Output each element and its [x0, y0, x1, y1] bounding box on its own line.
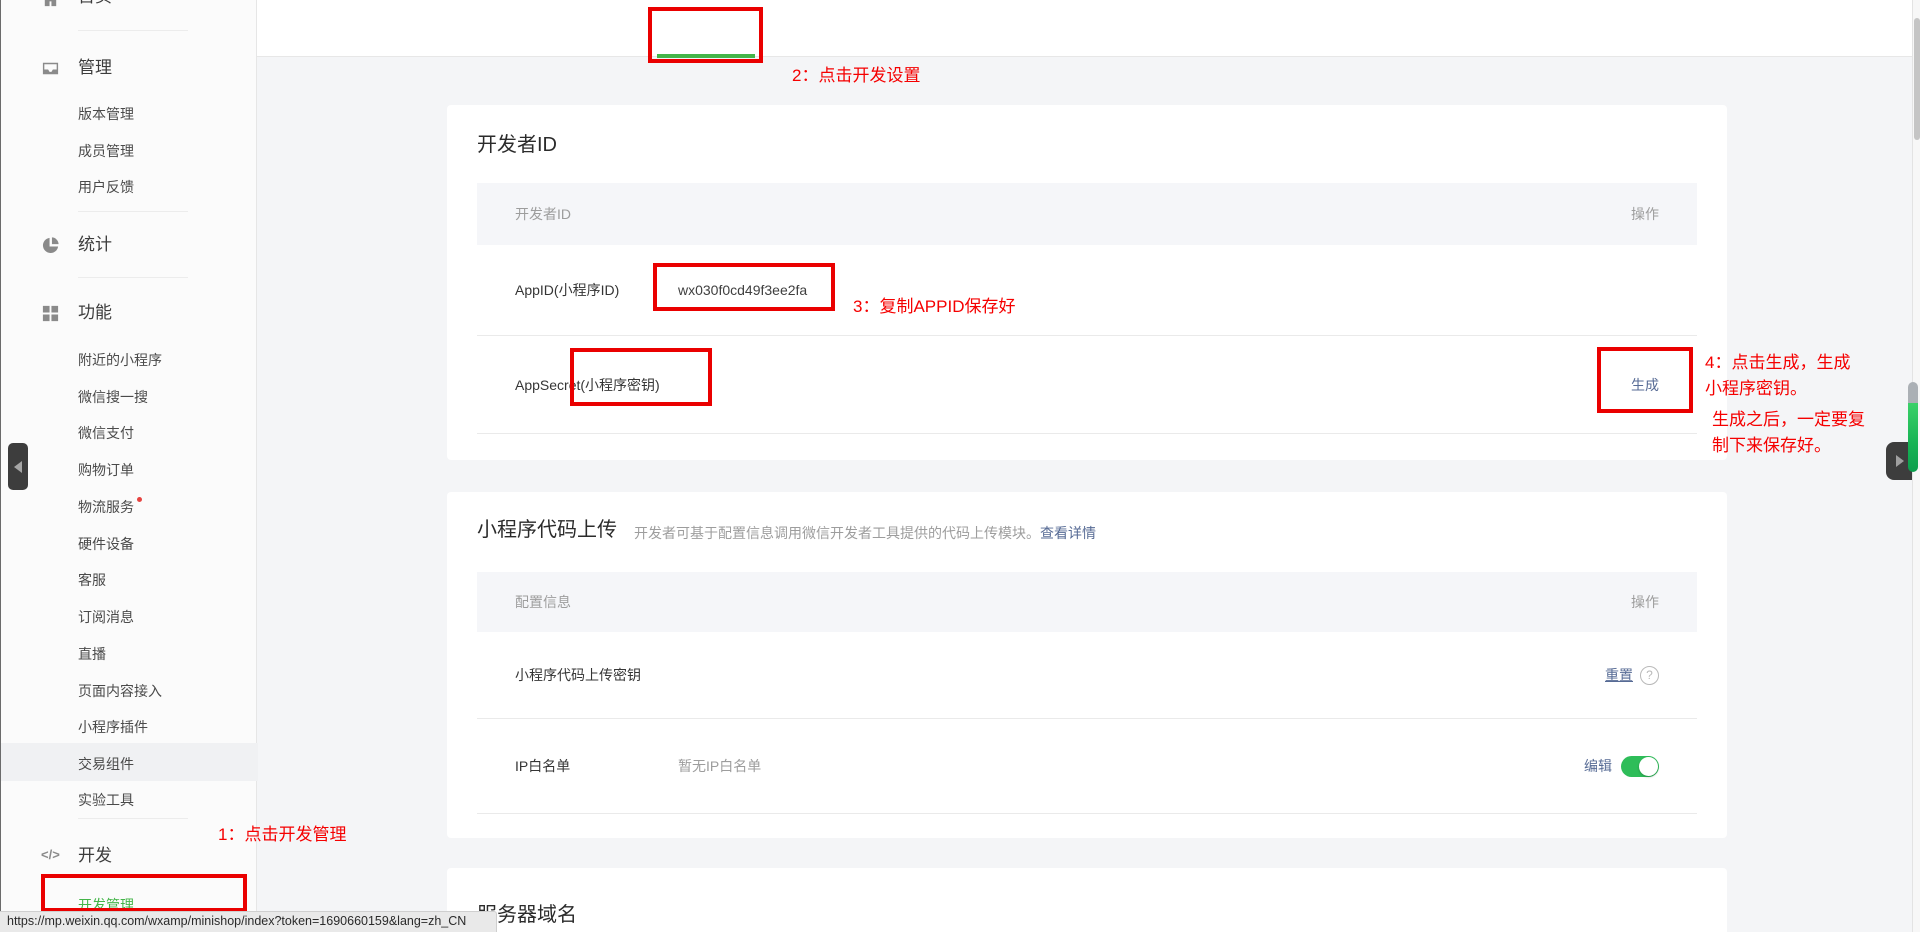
sidebar-item-user-feedback[interactable]: 用户反馈	[78, 179, 134, 196]
sidebar-item-live[interactable]: 直播	[78, 646, 106, 663]
card-title-developer-id: 开发者ID	[477, 133, 557, 157]
table-header: 开发者ID 操作	[477, 183, 1697, 245]
upload-key-label: 小程序代码上传密钥	[515, 665, 745, 685]
sidebar-item-hardware-devices[interactable]: 硬件设备	[78, 536, 134, 553]
sidebar-item-wechat-pay[interactable]: 微信支付	[78, 425, 134, 442]
sidebar-item-experiment-tools[interactable]: 实验工具	[78, 792, 134, 809]
code-upload-table: 配置信息 操作 小程序代码上传密钥 重置 ? IP白名单 暂无IP白名单 编辑	[477, 572, 1697, 814]
sidebar-item-page-content-access[interactable]: 页面内容接入	[78, 683, 162, 700]
sidebar-item-version-manage[interactable]: 版本管理	[78, 106, 134, 123]
table-row-ip-whitelist: IP白名单 暂无IP白名单 编辑	[477, 719, 1697, 814]
inner-scrollbar-thumb[interactable]	[1908, 382, 1918, 472]
sidebar-item-shopping-orders[interactable]: 购物订单	[78, 462, 134, 479]
header-col-developer-id: 开发者ID	[515, 204, 571, 224]
header-col-action: 操作	[1631, 204, 1659, 224]
sidebar-item-customer-service[interactable]: 客服	[78, 572, 106, 589]
sidebar-item-trade-components[interactable]: 交易组件	[78, 756, 134, 773]
wechat-miniprogram-console: 首页 管理 版本管理 成员管理 用户反馈 统计 功能 附近的小程序 微信搜一搜 …	[0, 0, 1920, 932]
edit-button[interactable]: 编辑	[1584, 756, 1612, 776]
sidebar-item-home[interactable]: 首页	[78, 0, 112, 7]
annotation-step3: 3：复制APPID保存好	[853, 294, 1015, 320]
sidebar-group-stats[interactable]: 统计	[78, 235, 112, 255]
divider	[78, 211, 188, 212]
server-domain-card: 服务器域名	[447, 868, 1727, 932]
header-col-config-info: 配置信息	[515, 592, 571, 612]
sidebar-item-nearby-miniprogram[interactable]: 附近的小程序	[78, 352, 162, 369]
annotation-step4a: 4：点击生成，生成 小程序密钥。	[1705, 350, 1920, 402]
toggle-knob	[1639, 757, 1658, 776]
generate-button[interactable]: 生成	[1631, 375, 1659, 395]
sidebar-group-features[interactable]: 功能	[78, 303, 112, 323]
help-icon[interactable]: ?	[1640, 666, 1659, 685]
inbox-icon	[41, 59, 60, 78]
divider	[78, 818, 188, 819]
annotation-step1: 1：点击开发管理	[218, 822, 346, 848]
divider	[78, 30, 188, 31]
status-bar-link-preview: https://mp.weixin.qq.com/wxamp/minishop/…	[0, 911, 497, 932]
code-icon: </>	[41, 847, 60, 866]
sidebar-collapse-button[interactable]	[8, 443, 28, 490]
divider	[78, 277, 188, 278]
inner-scrollbar-green	[1908, 403, 1918, 472]
chevron-left-icon	[14, 461, 22, 473]
header-col-action: 操作	[1631, 592, 1659, 612]
table-row-appsecret: AppSecret(小程序密钥) 生成	[477, 336, 1697, 434]
developer-id-card: 开发者ID 开发者ID 操作 AppID(小程序ID) wx030f0cd49f…	[447, 105, 1727, 460]
tab-bar	[257, 0, 1920, 57]
ip-whitelist-toggle[interactable]	[1621, 756, 1659, 777]
appid-label: AppID(小程序ID)	[515, 280, 678, 300]
pie-chart-icon	[41, 236, 60, 255]
developer-id-table: 开发者ID 操作 AppID(小程序ID) wx030f0cd49f3ee2fa…	[477, 183, 1697, 434]
chevron-right-icon	[1896, 455, 1904, 467]
sidebar-item-member-manage[interactable]: 成员管理	[78, 143, 134, 160]
table-header: 配置信息 操作	[477, 572, 1697, 632]
code-upload-card: 小程序代码上传 开发者可基于配置信息调用微信开发者工具提供的代码上传模块。查看详…	[447, 492, 1727, 838]
card-title-code-upload: 小程序代码上传	[477, 518, 617, 542]
ip-whitelist-label: IP白名单	[515, 756, 678, 776]
red-dot-badge	[137, 497, 142, 502]
reset-button[interactable]: 重置	[1605, 665, 1633, 685]
appsecret-label: AppSecret(小程序密钥)	[515, 375, 678, 395]
ip-whitelist-value: 暂无IP白名单	[678, 756, 761, 776]
sidebar-item-subscribe-messages[interactable]: 订阅消息	[78, 609, 134, 626]
active-tab-underline	[657, 54, 755, 58]
card-subtitle: 开发者可基于配置信息调用微信开发者工具提供的代码上传模块。查看详情	[634, 525, 1096, 542]
table-row-appid: AppID(小程序ID) wx030f0cd49f3ee2fa	[477, 245, 1697, 336]
view-details-link[interactable]: 查看详情	[1040, 525, 1096, 541]
sidebar-item-miniprogram-plugins[interactable]: 小程序插件	[78, 719, 148, 736]
home-icon	[41, 0, 60, 9]
sidebar-item-wechat-search[interactable]: 微信搜一搜	[78, 389, 148, 406]
grid-icon	[41, 304, 60, 323]
sidebar-item-label: 物流服务	[78, 499, 134, 515]
code-upload-description: 开发者可基于配置信息调用微信开发者工具提供的代码上传模块。	[634, 525, 1040, 541]
annotation-step2: 2：点击开发设置	[792, 63, 920, 89]
sidebar-item-logistics-service[interactable]: 物流服务	[78, 499, 142, 516]
sidebar-group-manage[interactable]: 管理	[78, 58, 112, 78]
inner-scrollbar-cap	[1908, 382, 1918, 403]
appid-value: wx030f0cd49f3ee2fa	[678, 282, 807, 298]
table-row-upload-key: 小程序代码上传密钥 重置 ?	[477, 632, 1697, 719]
sidebar: 首页 管理 版本管理 成员管理 用户反馈 统计 功能 附近的小程序 微信搜一搜 …	[0, 0, 257, 932]
sidebar-group-develop[interactable]: 开发	[78, 846, 112, 866]
browser-scrollbar-thumb[interactable]	[1914, 18, 1920, 140]
